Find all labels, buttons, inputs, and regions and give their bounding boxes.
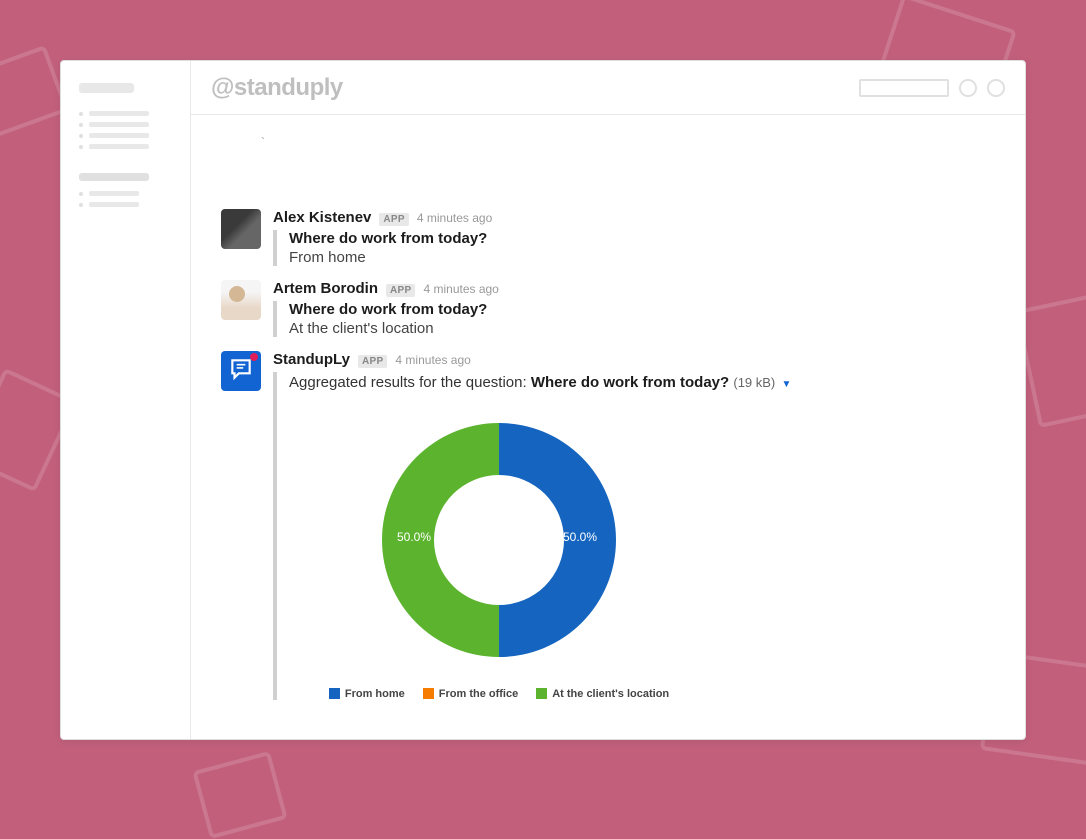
message: Alex Kistenev APP 4 minutes ago Where do…	[221, 209, 995, 266]
message-attachment: Aggregated results for the question: Whe…	[273, 372, 995, 700]
message: Artem Borodin APP 4 minutes ago Where do…	[221, 280, 995, 337]
message-list: ` Alex Kistenev APP 4 minutes ago Where …	[191, 115, 1025, 739]
aggregated-question: Where do work from today?	[531, 374, 729, 391]
avatar[interactable]	[221, 280, 261, 320]
chart-label-right: 50.0%	[563, 530, 597, 544]
avatar[interactable]	[221, 351, 261, 391]
legend-label: At the client's location	[552, 688, 669, 700]
sidebar-item-skeleton	[79, 202, 172, 207]
sidebar	[61, 61, 191, 739]
attachment-answer: From home	[289, 249, 995, 266]
message-attachment: Where do work from today? From home	[273, 230, 995, 266]
legend-swatch	[329, 688, 340, 699]
main-panel: @standuply ` Alex Kistenev APP 4 minutes…	[191, 61, 1025, 739]
sidebar-item-skeleton	[79, 122, 172, 127]
message-author[interactable]: StandupLy	[273, 351, 350, 368]
notification-badge-icon	[250, 353, 258, 361]
legend-item: From the office	[423, 688, 518, 700]
channel-title: @standuply	[211, 74, 343, 102]
search-input-skeleton[interactable]	[859, 79, 949, 97]
header-icon-skeleton[interactable]	[959, 79, 977, 97]
sidebar-item-skeleton	[79, 111, 172, 116]
legend-label: From the office	[439, 688, 518, 700]
file-size: (19 kB)	[733, 375, 775, 390]
app-badge: APP	[386, 284, 415, 297]
sidebar-item-skeleton	[79, 191, 172, 196]
message: StandupLy APP 4 minutes ago Aggregated r…	[221, 351, 995, 700]
legend-swatch	[423, 688, 434, 699]
app-badge: APP	[379, 213, 408, 226]
sidebar-item-skeleton	[79, 144, 172, 149]
header-controls	[859, 79, 1005, 97]
legend-label: From home	[345, 688, 405, 700]
donut-chart: 50.0% 50.0% From home From th	[289, 410, 709, 700]
message-author[interactable]: Artem Borodin	[273, 280, 378, 297]
sidebar-skeleton	[79, 83, 134, 93]
bg-decoration	[192, 751, 287, 839]
app-badge: APP	[358, 355, 387, 368]
stray-mark: `	[261, 135, 995, 149]
legend-item: At the client's location	[536, 688, 669, 700]
chart-label-left: 50.0%	[397, 530, 431, 544]
chat-bubble-icon	[228, 356, 254, 387]
sidebar-skeleton	[79, 173, 149, 181]
message-timestamp: 4 minutes ago	[423, 282, 498, 296]
message-attachment: Where do work from today? At the client'…	[273, 301, 995, 337]
chart-segment-from-home	[499, 423, 616, 657]
header-icon-skeleton[interactable]	[987, 79, 1005, 97]
attachment-answer: At the client's location	[289, 320, 995, 337]
legend-item: From home	[329, 688, 405, 700]
caret-down-icon[interactable]: ▼	[781, 378, 791, 393]
aggregated-prefix: Aggregated results for the question:	[289, 374, 531, 391]
message-timestamp: 4 minutes ago	[395, 353, 470, 367]
bg-decoration	[0, 45, 69, 145]
avatar[interactable]	[221, 209, 261, 249]
message-author[interactable]: Alex Kistenev	[273, 209, 371, 226]
app-window: @standuply ` Alex Kistenev APP 4 minutes…	[60, 60, 1026, 740]
channel-header: @standuply	[191, 61, 1025, 115]
legend-swatch	[536, 688, 547, 699]
chart-legend: From home From the office At the client'…	[289, 688, 709, 700]
attachment-question: Where do work from today?	[289, 230, 995, 247]
sidebar-item-skeleton	[79, 133, 172, 138]
attachment-question: Where do work from today?	[289, 301, 995, 318]
message-timestamp: 4 minutes ago	[417, 211, 492, 225]
